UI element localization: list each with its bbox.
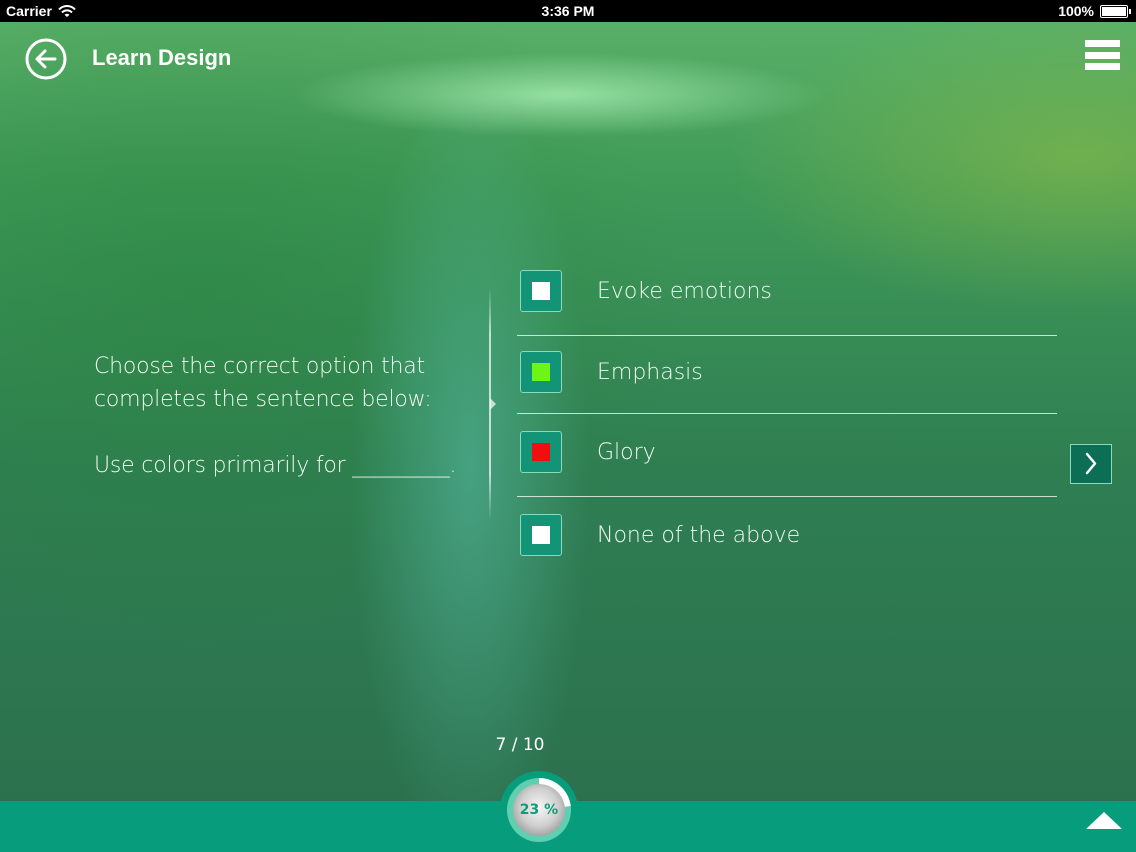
menu-button[interactable] (1085, 40, 1120, 76)
option-label: None of the above (597, 523, 801, 548)
question-prompt: Choose the correct option that completes… (94, 354, 432, 412)
option-1[interactable]: Evoke emotions (517, 270, 1057, 340)
option-mark (532, 282, 550, 300)
page-title: Learn Design (92, 45, 232, 70)
option-mark (532, 363, 550, 381)
option-label: Evoke emotions (597, 279, 772, 304)
option-checkbox[interactable] (520, 351, 562, 393)
hamburger-menu-icon (1085, 40, 1120, 70)
battery-icon (1100, 4, 1131, 18)
option-separator (517, 413, 1057, 414)
next-button[interactable] (1070, 444, 1112, 484)
option-separator (517, 496, 1057, 497)
option-separator (517, 335, 1057, 336)
question-panel: Choose the correct option that completes… (94, 350, 474, 482)
divider-notch (490, 398, 496, 410)
option-label: Glory (597, 440, 656, 465)
option-mark (532, 443, 550, 461)
option-mark (532, 526, 550, 544)
battery-percent: 100% (1058, 3, 1094, 19)
option-label: Emphasis (597, 360, 703, 385)
question-sentence: Use colors primarily for _________. (94, 453, 457, 478)
option-2[interactable]: Emphasis (517, 351, 1057, 421)
option-checkbox[interactable] (520, 431, 562, 473)
status-time: 3:36 PM (541, 3, 595, 19)
option-checkbox[interactable] (520, 270, 562, 312)
question-counter: 7 / 10 (495, 735, 545, 755)
option-checkbox[interactable] (520, 514, 562, 556)
back-button[interactable] (25, 38, 67, 80)
triangle-up-icon[interactable] (1086, 812, 1122, 829)
chevron-right-icon (1085, 452, 1097, 475)
status-bar: Carrier 3:36 PM 100% (0, 0, 1136, 22)
option-4[interactable]: None of the above (517, 514, 1057, 584)
option-3[interactable]: Glory (517, 431, 1057, 501)
back-arrow-circle-icon (25, 38, 67, 80)
progress-label: 23 % (519, 802, 559, 818)
